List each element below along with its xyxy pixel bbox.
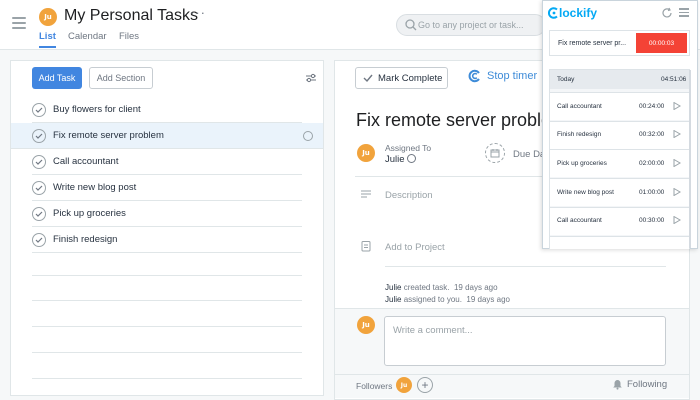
- search-icon: [405, 19, 417, 31]
- day-label: Today: [557, 76, 575, 83]
- time-entry-duration: 01:00:00: [639, 189, 665, 196]
- description-field[interactable]: Description: [385, 190, 433, 201]
- bell-icon: [613, 380, 622, 390]
- search-placeholder: Go to any project or task...: [418, 20, 524, 30]
- description-icon: [361, 190, 371, 198]
- time-entry-duration: 00:30:00: [639, 217, 665, 224]
- stop-timer-label: Stop timer: [487, 70, 538, 82]
- complete-check-icon[interactable]: [32, 232, 46, 247]
- task-name[interactable]: Fix remote server problem: [53, 130, 164, 141]
- complete-check-icon[interactable]: [32, 128, 46, 143]
- story-action: created task.: [403, 283, 450, 292]
- story-action: assigned to you.: [403, 295, 462, 304]
- calendar-icon[interactable]: [485, 143, 505, 163]
- time-entry-description[interactable]: Call accountant: [557, 103, 602, 110]
- play-icon[interactable]: [673, 102, 681, 110]
- empty-row-divider: [32, 275, 302, 276]
- empty-row-divider: [32, 326, 302, 327]
- add-task-button[interactable]: Add Task: [32, 67, 82, 89]
- commenter-avatar: Ju: [357, 316, 375, 334]
- time-entry-duration: 02:00:00: [639, 160, 665, 167]
- story-actor[interactable]: Julie: [385, 283, 401, 292]
- refresh-icon[interactable]: [661, 7, 673, 19]
- project-avatar[interactable]: Ju: [39, 8, 57, 26]
- task-name[interactable]: Finish redesign: [53, 234, 117, 245]
- clockify-logo: lockify: [548, 6, 597, 20]
- mark-complete-button[interactable]: Mark Complete: [355, 67, 448, 89]
- following-label: Following: [627, 379, 668, 390]
- story-time: 19 days ago: [466, 295, 510, 304]
- project-icon: [361, 241, 371, 252]
- tab-files[interactable]: Files: [119, 31, 139, 42]
- followers-label: Followers: [356, 381, 393, 391]
- check-icon: [363, 74, 373, 83]
- active-tab-indicator: [39, 46, 56, 48]
- time-entry-description[interactable]: Write new blog post: [557, 189, 614, 196]
- task-title[interactable]: Fix remote server problem: [356, 110, 546, 131]
- activity-story: Julie created task. 19 days ago: [385, 283, 498, 292]
- empty-row-divider: [32, 352, 302, 353]
- hamburger-menu-icon[interactable]: [12, 17, 26, 29]
- task-row[interactable]: Call accountant: [32, 149, 302, 175]
- task-row[interactable]: Finish redesign: [32, 227, 302, 253]
- complete-check-icon[interactable]: [32, 154, 46, 169]
- assigned-to-label: Assigned To: [385, 143, 432, 153]
- story-time: 19 days ago: [453, 283, 498, 292]
- task-row[interactable]: Write new blog post: [32, 175, 302, 201]
- task-name[interactable]: Buy flowers for client: [53, 104, 141, 115]
- activity-story: Julie assigned to you. 19 days ago: [385, 295, 510, 304]
- story-actor[interactable]: Julie: [385, 295, 401, 304]
- tab-list[interactable]: List: [39, 31, 56, 42]
- tab-calendar[interactable]: Calendar: [68, 31, 107, 42]
- add-to-project-link[interactable]: Add to Project: [385, 242, 445, 253]
- stop-timer-red-button[interactable]: 00:00:03: [636, 33, 687, 53]
- play-icon[interactable]: [673, 159, 681, 167]
- mark-complete-label: Mark Complete: [378, 72, 443, 84]
- time-entry-duration: 00:32:00: [639, 131, 665, 138]
- time-entry-description[interactable]: Call accountant: [557, 217, 602, 224]
- view-options-icon[interactable]: [305, 72, 317, 84]
- task-name[interactable]: Pick up groceries: [53, 208, 126, 219]
- task-row[interactable]: Buy flowers for client: [32, 97, 302, 123]
- assignee-name[interactable]: Julie: [385, 154, 405, 165]
- page-title: My Personal Tasks: [64, 7, 198, 24]
- task-row[interactable]: Pick up groceries: [32, 201, 302, 227]
- complete-check-icon[interactable]: [32, 206, 46, 221]
- task-details-toggle-icon[interactable]: [303, 130, 313, 141]
- clockify-logo-icon: [548, 7, 558, 19]
- clockify-timer-icon: [468, 69, 480, 83]
- following-toggle-button[interactable]: Following: [612, 379, 667, 390]
- stop-timer-button[interactable]: Stop timer: [468, 69, 537, 83]
- time-entry-duration: 00:24:00: [639, 103, 665, 110]
- time-entry-description[interactable]: Pick up groceries: [557, 160, 607, 167]
- clockify-scrollbar[interactable]: [689, 70, 691, 248]
- remove-assignee-icon[interactable]: [407, 154, 416, 163]
- add-follower-button[interactable]: +: [417, 377, 433, 393]
- play-icon[interactable]: [673, 130, 681, 138]
- comment-input[interactable]: Write a comment...: [384, 316, 666, 366]
- time-entry-description[interactable]: Finish redesign: [557, 131, 601, 138]
- task-name[interactable]: Call accountant: [53, 156, 118, 167]
- empty-row-divider: [32, 300, 302, 301]
- complete-check-icon[interactable]: [32, 180, 46, 195]
- empty-row-divider: [32, 378, 302, 379]
- clockify-logo-text: lockify: [559, 6, 598, 20]
- day-total: 04:51:06: [661, 76, 687, 83]
- clockify-menu-icon[interactable]: [679, 8, 689, 18]
- running-timer-description[interactable]: Fix remote server pr...: [558, 40, 626, 47]
- assignee-avatar[interactable]: Ju: [357, 144, 375, 162]
- time-entry-partial[interactable]: [550, 236, 689, 249]
- complete-check-icon[interactable]: [32, 102, 46, 117]
- add-section-button[interactable]: Add Section: [89, 67, 153, 89]
- task-row-selected[interactable]: Fix remote server problem: [11, 123, 323, 149]
- follower-avatar[interactable]: Ju: [396, 377, 412, 393]
- task-name[interactable]: Write new blog post: [53, 182, 136, 193]
- play-icon[interactable]: [673, 216, 681, 224]
- play-icon[interactable]: [673, 188, 681, 196]
- project-more-icon[interactable]: ···: [190, 5, 206, 20]
- divider: [385, 266, 666, 267]
